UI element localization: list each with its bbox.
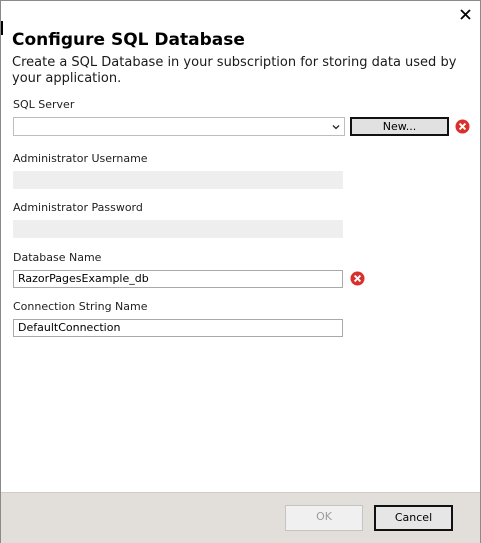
dialog-subtitle: Create a SQL Database in your subscripti… (12, 55, 457, 86)
window-edge-mark (1, 21, 3, 35)
sql-server-label: SQL Server (13, 98, 75, 111)
chevron-down-icon (332, 125, 340, 130)
dialog-title: Configure SQL Database (12, 30, 245, 50)
database-name-input[interactable]: RazorPagesExample_db (13, 270, 343, 288)
sql-server-select[interactable] (13, 117, 345, 136)
admin-password-label: Administrator Password (13, 201, 143, 214)
close-button[interactable] (456, 5, 474, 23)
error-icon (350, 271, 365, 286)
new-server-button[interactable]: New... (350, 117, 449, 136)
ok-button[interactable]: OK (285, 505, 363, 531)
dialog-footer: OK Cancel (1, 492, 480, 543)
error-icon (455, 119, 470, 134)
connection-string-input[interactable]: DefaultConnection (13, 319, 343, 337)
cancel-button[interactable]: Cancel (374, 505, 453, 531)
connection-string-label: Connection String Name (13, 300, 148, 313)
configure-sql-database-dialog: Configure SQL Database Create a SQL Data… (0, 0, 481, 543)
database-name-label: Database Name (13, 251, 102, 264)
admin-username-label: Administrator Username (13, 152, 148, 165)
admin-username-input[interactable] (13, 171, 343, 189)
close-icon (459, 8, 471, 20)
admin-password-input[interactable] (13, 220, 343, 238)
